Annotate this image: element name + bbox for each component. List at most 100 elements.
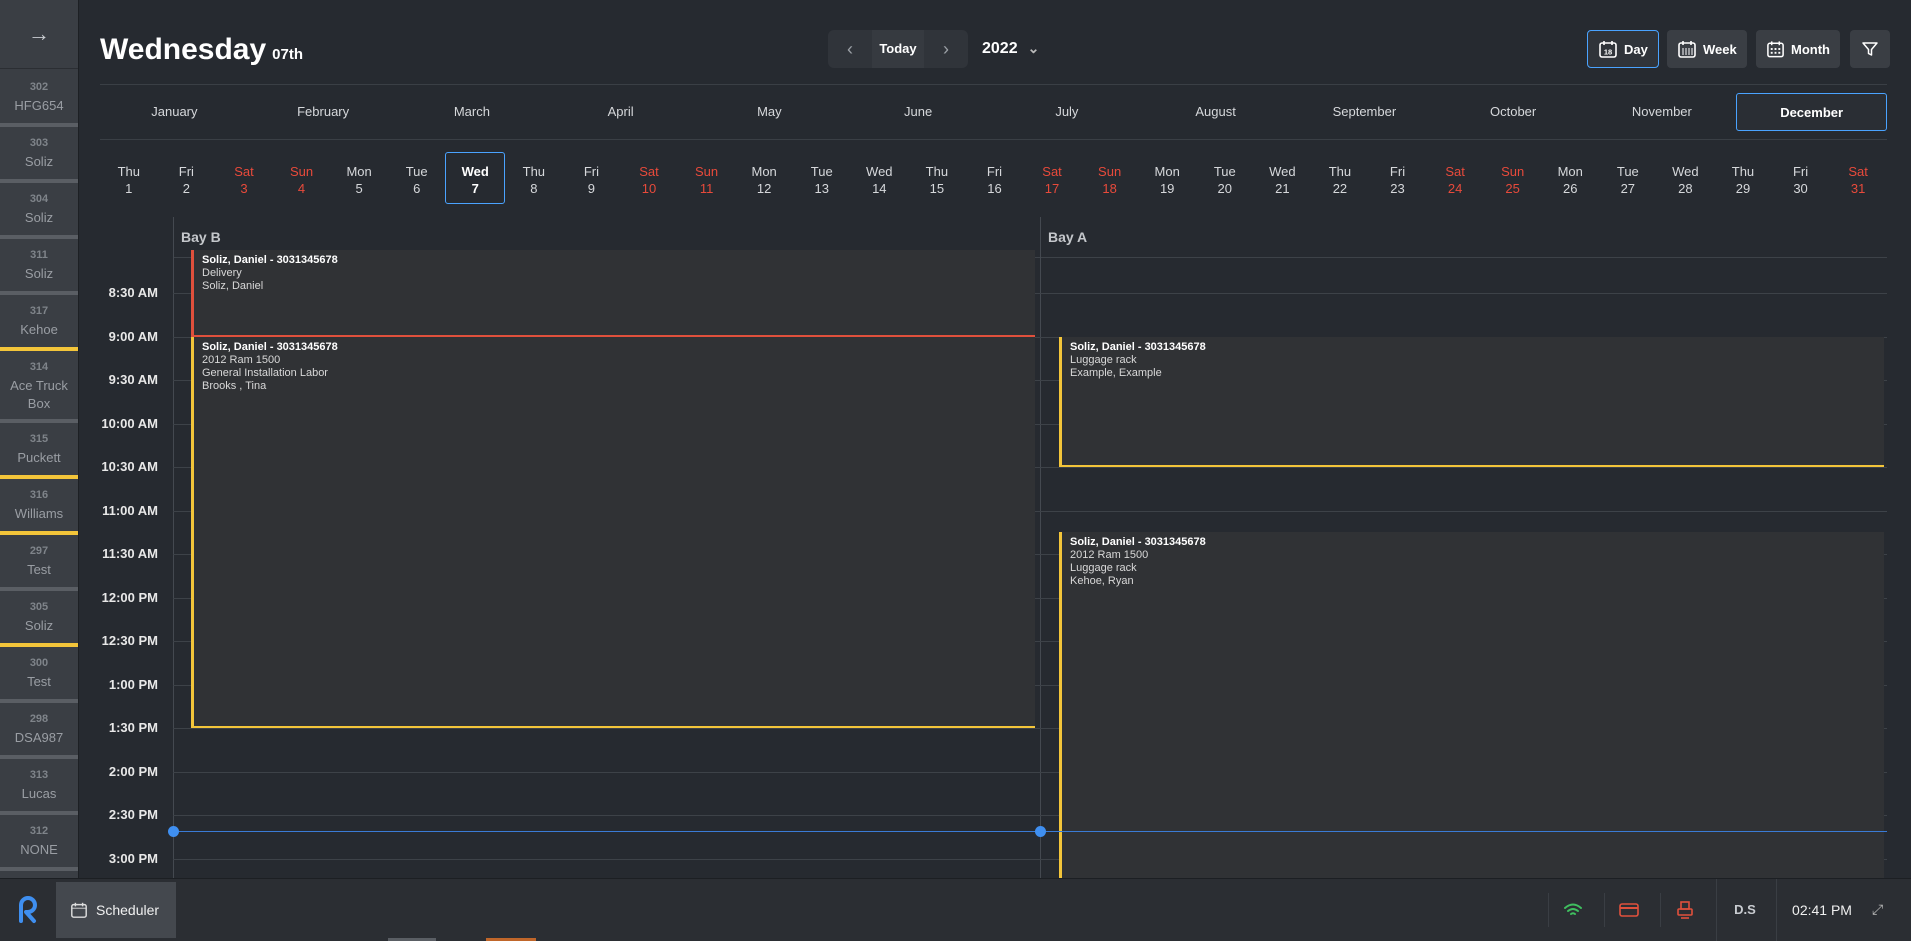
rail-item[interactable]: 313 Lucas [0,757,78,815]
day-tab[interactable]: Sun 25 [1484,152,1542,204]
view-week-button[interactable]: Week [1667,30,1747,68]
day-tab[interactable]: Mon 19 [1138,152,1196,204]
rail-item[interactable]: 297 Test [0,533,78,591]
day-tab[interactable]: Thu 22 [1311,152,1369,204]
rail-item[interactable]: 305 Soliz [0,589,78,647]
rail-item[interactable]: 324 [0,869,78,878]
day-tab[interactable]: Sat 3 [215,152,273,204]
day-tab[interactable]: Wed 28 [1657,152,1715,204]
month-tab[interactable]: September [1290,93,1439,131]
rail-item[interactable]: 304 Soliz [0,181,78,239]
day-number: 22 [1332,181,1348,196]
expand-sidebar-button[interactable]: → [0,0,78,69]
user-initials[interactable]: D.S [1716,879,1773,941]
day-tab[interactable]: Sat 31 [1829,152,1887,204]
rail-item[interactable]: 302 HFG654 [0,69,78,127]
year-selector[interactable]: 2022 ⌄ [982,40,1039,58]
month-tab[interactable]: August [1141,93,1290,131]
app-logo-icon[interactable] [12,895,42,925]
day-strip: Thu 1 Fri 2 Sat 3 Sun 4 Mon 5 Tue 6 Wed 7 Thu 8 Fri 9 Sat 1… [100,152,1887,204]
day-tab[interactable]: Wed 14 [851,152,909,204]
rail-item[interactable]: 311 Soliz [0,237,78,295]
day-tab[interactable]: Fri 9 [563,152,621,204]
rail-item-name: Soliz [24,154,54,169]
rail-item[interactable]: 303 Soliz [0,125,78,183]
month-tab[interactable]: February [249,93,398,131]
month-tab[interactable]: April [546,93,695,131]
rail-item-name: Test [27,674,51,689]
day-tab[interactable]: Tue 20 [1196,152,1254,204]
unit-sidebar: → 302 HFG654 303 Soliz 304 Soliz 311 Soliz 317 Ke… [0,0,79,878]
day-tab[interactable]: Wed 7 [445,152,506,204]
time-label: 1:30 PM [108,720,158,735]
wifi-status[interactable] [1548,893,1597,927]
day-weekday: Tue [1616,164,1639,179]
appointment-card[interactable]: Soliz, Daniel - 3031345678 Luggage rack Ex… [1059,336,1884,467]
day-weekday: Sun [1098,164,1122,179]
day-tab[interactable]: Sat 17 [1023,152,1081,204]
day-tab[interactable]: Sun 18 [1081,152,1139,204]
appointment-card[interactable]: Soliz, Daniel - 3031345678 2012 Ram 1500 L… [1059,532,1884,878]
day-tab[interactable]: Sat 10 [620,152,678,204]
previous-day-button[interactable]: ‹ [828,39,872,60]
day-tab[interactable]: Sun 11 [678,152,736,204]
month-tab[interactable]: December [1736,93,1887,131]
month-tab[interactable]: June [844,93,993,131]
month-tab[interactable]: July [993,93,1142,131]
next-day-button[interactable]: › [924,39,968,60]
rail-item-name: Williams [14,506,64,521]
month-tab[interactable]: January [100,93,249,131]
day-tab[interactable]: Tue 6 [388,152,446,204]
day-tab[interactable]: Tue 13 [793,152,851,204]
day-tab[interactable]: Thu 1 [100,152,158,204]
day-tab[interactable]: Mon 5 [330,152,388,204]
day-tab[interactable]: Fri 16 [966,152,1024,204]
month-tab[interactable]: November [1588,93,1737,131]
day-tab[interactable]: Fri 30 [1772,152,1830,204]
fullscreen-icon[interactable]: ⤢ [1872,901,1883,918]
appointment-title: Soliz, Daniel - 3031345678 [202,253,338,266]
day-tab[interactable]: Fri 23 [1369,152,1427,204]
scheduler-taskbar-button[interactable]: Scheduler [56,882,176,938]
today-button[interactable]: Today [872,30,924,68]
rail-item-number: 324 [0,869,78,878]
month-tab[interactable]: October [1439,93,1588,131]
day-tab[interactable]: Mon 12 [735,152,793,204]
appointment-title: Soliz, Daniel - 3031345678 [1070,340,1206,353]
rail-item-number: 300 [29,657,49,669]
day-weekday: Thu [522,164,546,179]
day-tab[interactable]: Thu 8 [505,152,563,204]
day-tab[interactable]: Sat 24 [1426,152,1484,204]
view-day-button[interactable]: 18 Day [1587,30,1659,68]
filter-button[interactable] [1850,30,1890,68]
rail-item[interactable]: 300 Test [0,645,78,703]
month-tab[interactable]: March [398,93,547,131]
month-tab[interactable]: May [695,93,844,131]
rail-item[interactable]: 315 Puckett [0,421,78,479]
rail-item[interactable]: 314 Ace Truck Box [0,349,78,423]
rail-item[interactable]: 298 DSA987 [0,701,78,759]
day-tab[interactable]: Wed 21 [1254,152,1312,204]
day-tab[interactable]: Mon 26 [1541,152,1599,204]
appointment-card[interactable]: Soliz, Daniel - 3031345678 Delivery Soliz,… [191,249,1035,337]
chevron-down-icon: ⌄ [1027,40,1040,56]
day-tab[interactable]: Thu 29 [1714,152,1772,204]
calendar-month-icon [1767,41,1784,58]
rail-item[interactable]: 316 Williams [0,477,78,535]
rail-item-number: 313 [29,769,49,781]
appointment-card[interactable]: Soliz, Daniel - 3031345678 2012 Ram 1500 G… [191,336,1035,728]
day-tab[interactable]: Tue 27 [1599,152,1657,204]
rail-item[interactable]: 312 NONE [0,813,78,871]
rail-item-number: 305 [29,601,49,613]
card-reader-status[interactable] [1604,893,1653,927]
day-tab[interactable]: Thu 15 [908,152,966,204]
day-tab[interactable]: Sun 4 [273,152,331,204]
column-separator [173,217,174,878]
day-tab[interactable]: Fri 2 [158,152,216,204]
rail-item[interactable]: 317 Kehoe [0,293,78,351]
day-number: 10 [641,181,657,196]
view-month-button[interactable]: Month [1756,30,1840,68]
time-label: 8:30 AM [108,285,158,300]
printer-status[interactable] [1660,893,1709,927]
schedule-grid: Bay B Bay A 8:30 AM 9:00 AM 9:30 AM 10:00 AM 1… [100,217,1887,878]
